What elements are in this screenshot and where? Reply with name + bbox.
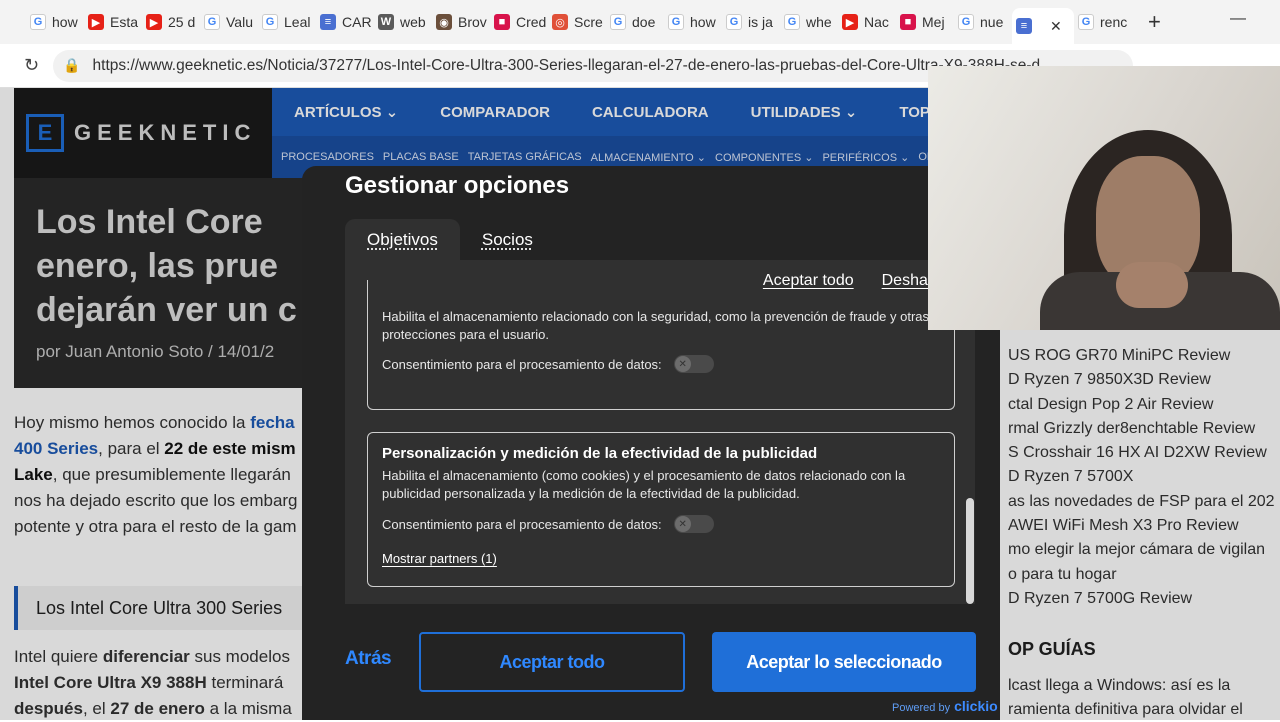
webcam-overlay — [928, 66, 1280, 330]
tab-title: renc — [1100, 14, 1128, 30]
accept-selected-button[interactable]: Aceptar lo seleccionado — [712, 632, 976, 692]
google-icon: G — [784, 14, 800, 30]
person-hand — [1116, 262, 1188, 308]
new-tab-icon[interactable]: + — [1148, 9, 1161, 35]
browser-tab-bar: Ghow ▶ Esta ▶ 25 d G Valu G Leal ≡ CAR Wweb ◉ Brov ■ Cr… — [0, 0, 1280, 44]
browser-tab[interactable]: Gwhe — [780, 6, 838, 38]
tab-title: web — [400, 14, 426, 30]
tab-socios[interactable]: Socios — [460, 219, 555, 261]
powered-text: Powered by — [892, 702, 951, 714]
doc-icon: ≡ — [1016, 18, 1032, 34]
browser-tab[interactable]: ▶ 25 d — [142, 6, 200, 38]
tab-title: Scre — [574, 14, 603, 30]
lock-icon: 🔒 — [63, 57, 81, 73]
browser-tab[interactable]: Wweb — [374, 6, 432, 38]
consent-label: Consentimiento para el procesamiento de … — [382, 356, 662, 372]
tab-objetivos[interactable]: Objetivos — [345, 219, 460, 261]
purpose-title: Personalización y medición de la efectiv… — [382, 445, 818, 462]
browser-tab[interactable]: G Valu — [200, 6, 258, 38]
accept-all-button[interactable]: Aceptar todo — [419, 632, 685, 692]
powered-by[interactable]: Powered by clickio — [892, 698, 998, 714]
reload-icon[interactable]: ↻ — [24, 55, 39, 76]
back-button[interactable]: Atrás — [345, 648, 392, 670]
consent-toggle[interactable]: ✕ — [673, 515, 714, 533]
tab-title: Valu — [226, 14, 253, 30]
purposes-panel: Aceptar todo Deshabilitar t Habilita el … — [345, 260, 975, 604]
google-icon: G — [958, 14, 974, 30]
tab-title: is ja — [748, 14, 773, 30]
consent-label: Consentimiento para el procesamiento de … — [382, 516, 662, 532]
google-icon: G — [668, 14, 684, 30]
google-icon: G — [1078, 14, 1094, 30]
close-icon: ✕ — [674, 516, 691, 532]
google-icon: G — [204, 14, 220, 30]
shell-icon: ◉ — [436, 14, 452, 30]
google-icon: G — [726, 14, 742, 30]
tab-title: doe — [632, 14, 656, 30]
tab-title: Mej — [922, 14, 945, 30]
consent-row: Consentimiento para el procesamiento de … — [382, 355, 940, 373]
app-icon: ■ — [900, 14, 916, 30]
google-icon: G — [610, 14, 626, 30]
browser-tab[interactable]: ■ Cred — [490, 6, 548, 38]
tab-title: Cred — [516, 14, 547, 30]
consent-toggle[interactable]: ✕ — [673, 355, 714, 373]
tab-title: Leal — [284, 14, 311, 30]
tab-title: Esta — [110, 14, 139, 30]
purpose-description: Habilita el almacenamiento (como cookies… — [382, 468, 906, 501]
url-text[interactable]: https://www.geeknetic.es/Noticia/37277/L… — [93, 57, 1041, 75]
wordpress-icon: W — [378, 14, 394, 30]
consent-row: Consentimiento para el procesamiento de … — [382, 515, 940, 533]
screen-icon: ◎ — [552, 14, 568, 30]
youtube-icon: ▶ — [88, 14, 104, 30]
youtube-icon: ▶ — [842, 14, 858, 30]
modal-title: Gestionar opciones — [345, 172, 570, 199]
purpose-card-security: Habilita el almacenamiento relacionado c… — [367, 280, 955, 410]
app-icon: ■ — [494, 14, 510, 30]
doc-icon: ≡ — [320, 14, 336, 30]
minimize-icon[interactable]: — — [1230, 10, 1246, 28]
youtube-icon: ▶ — [146, 14, 162, 30]
browser-tab[interactable]: ≡ ✕ — [1012, 8, 1074, 44]
close-tab-icon[interactable]: ✕ — [1050, 18, 1062, 35]
browser-tab[interactable]: ≡ CAR — [316, 6, 374, 38]
show-partners-link[interactable]: Mostrar partners (1) — [382, 551, 940, 566]
purpose-card-advertising: Personalización y medición de la efectiv… — [367, 432, 955, 587]
brand-logo: clickio — [954, 698, 998, 714]
browser-tab[interactable]: Gis ja — [722, 6, 780, 38]
tab-title: how — [52, 14, 78, 30]
purpose-description: Habilita el almacenamiento relacionado c… — [382, 309, 930, 342]
browser-tab[interactable]: ◎ Scre — [548, 6, 606, 38]
browser-tab[interactable]: ◉ Brov — [432, 6, 490, 38]
browser-tab[interactable]: ■ Mej — [896, 6, 954, 38]
tab-title: 25 d — [168, 14, 196, 30]
scrollbar-thumb[interactable] — [966, 498, 974, 604]
modal-footer: Atrás Aceptar todo Aceptar lo selecciona… — [302, 630, 1000, 694]
tab-title: Nac — [864, 14, 889, 30]
tab-title: nue — [980, 14, 1004, 30]
browser-tab[interactable]: Grenc — [1074, 6, 1132, 38]
google-icon: G — [262, 14, 278, 30]
browser-tab[interactable]: G Leal — [258, 6, 316, 38]
consent-modal: Gestionar opciones Objetivos Socios Acep… — [302, 166, 1000, 720]
close-icon: ✕ — [674, 356, 691, 372]
browser-tab[interactable]: ▶ Esta — [84, 6, 142, 38]
tab-title: CAR — [342, 14, 372, 30]
browser-tab[interactable]: Ghow — [26, 6, 84, 38]
tab-title: Brov — [458, 14, 487, 30]
browser-tab[interactable]: Gnue — [954, 6, 1012, 38]
tab-title: whe — [806, 14, 832, 30]
browser-tab[interactable]: ▶ Nac — [838, 6, 896, 38]
browser-tab[interactable]: Ghow — [664, 6, 722, 38]
tab-title: how — [690, 14, 716, 30]
modal-tabs: Objetivos Socios — [345, 219, 555, 261]
google-icon: G — [30, 14, 46, 30]
browser-tab[interactable]: Gdoe — [606, 6, 664, 38]
